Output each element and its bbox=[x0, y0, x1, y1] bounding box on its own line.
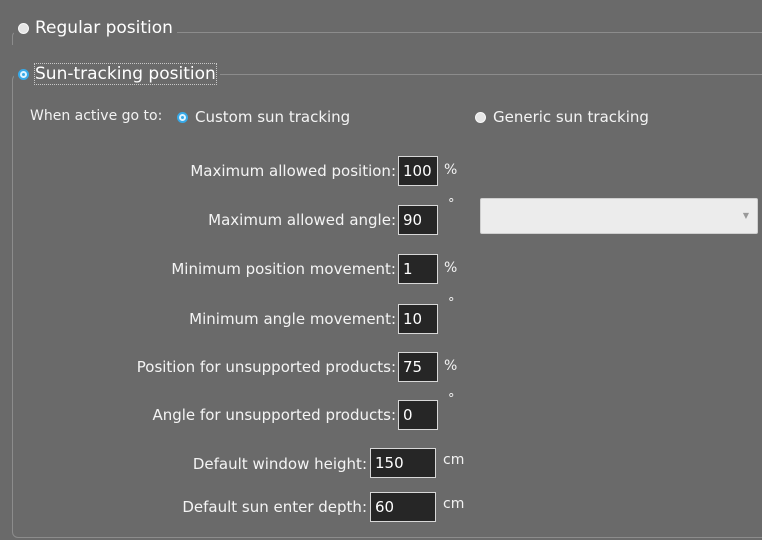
max-allowed-angle-input[interactable]: 90 bbox=[398, 205, 438, 235]
max-allowed-position-input[interactable]: 100 bbox=[398, 156, 438, 186]
min-position-movement-input[interactable]: 1 bbox=[398, 254, 438, 284]
default-window-height-label: Default window height: bbox=[192, 455, 367, 473]
custom-sun-tracking-label[interactable]: Custom sun tracking bbox=[195, 108, 350, 126]
position-unsupported-label: Position for unsupported products: bbox=[136, 358, 396, 376]
default-sun-enter-depth-label: Default sun enter depth: bbox=[182, 498, 367, 516]
max-allowed-angle-label: Maximum allowed angle: bbox=[208, 211, 396, 229]
min-position-movement-label: Minimum position movement: bbox=[171, 260, 396, 278]
custom-sun-tracking-radio-icon[interactable] bbox=[177, 111, 188, 123]
angle-unsupported-unit: ° bbox=[448, 392, 455, 407]
generic-sun-tracking-radio-icon[interactable] bbox=[475, 111, 486, 123]
angle-unsupported-label: Angle for unsupported products: bbox=[152, 406, 396, 424]
position-unsupported-input[interactable]: 75 bbox=[398, 352, 438, 382]
min-angle-movement-input[interactable]: 10 bbox=[398, 304, 438, 334]
max-allowed-angle-unit: ° bbox=[448, 197, 455, 212]
min-angle-movement-unit: ° bbox=[448, 296, 455, 311]
regular-position-label[interactable]: Regular position bbox=[35, 18, 173, 38]
default-sun-enter-depth-input[interactable]: 60 bbox=[370, 492, 436, 522]
position-unsupported-unit: % bbox=[444, 358, 458, 374]
when-active-label: When active go to: bbox=[30, 108, 163, 124]
sun-tracking-radio[interactable]: Sun-tracking position bbox=[14, 63, 220, 85]
default-sun-enter-depth-unit: cm bbox=[443, 496, 465, 512]
generic-sun-tracking-dropdown[interactable]: ▼ bbox=[480, 198, 758, 234]
chevron-down-icon[interactable]: ▼ bbox=[743, 211, 749, 220]
min-position-movement-unit: % bbox=[444, 260, 458, 276]
sun-tracking-label[interactable]: Sun-tracking position bbox=[34, 63, 217, 85]
regular-position-radio-icon[interactable] bbox=[18, 22, 29, 34]
custom-sun-tracking-option[interactable]: Custom sun tracking bbox=[177, 108, 350, 126]
max-allowed-position-unit: % bbox=[444, 162, 458, 178]
max-allowed-position-label: Maximum allowed position: bbox=[190, 162, 396, 180]
default-window-height-input[interactable]: 150 bbox=[370, 448, 436, 478]
sun-tracking-radio-icon[interactable] bbox=[18, 68, 29, 80]
min-angle-movement-label: Minimum angle movement: bbox=[189, 310, 396, 328]
generic-sun-tracking-label[interactable]: Generic sun tracking bbox=[493, 108, 649, 126]
generic-sun-tracking-option[interactable]: Generic sun tracking bbox=[475, 108, 649, 126]
default-window-height-unit: cm bbox=[443, 452, 465, 468]
angle-unsupported-input[interactable]: 0 bbox=[398, 400, 438, 430]
regular-position-radio[interactable]: Regular position bbox=[14, 18, 177, 38]
